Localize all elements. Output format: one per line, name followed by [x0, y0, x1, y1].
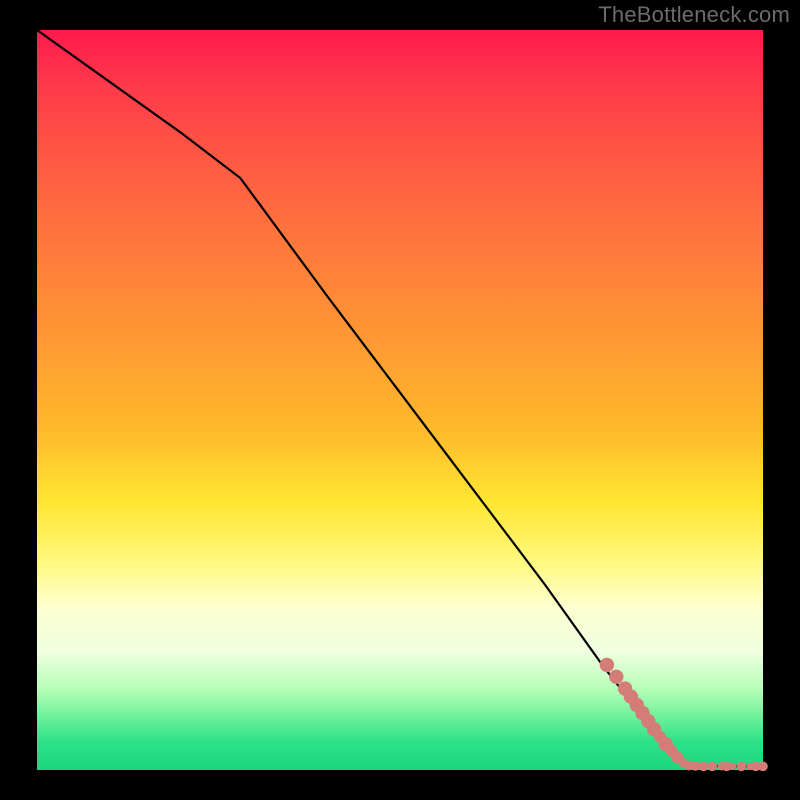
- watermark-label: TheBottleneck.com: [598, 2, 790, 28]
- chart-marker: [707, 762, 717, 772]
- chart-frame: TheBottleneck.com: [0, 0, 800, 800]
- chart-markers: [600, 658, 768, 771]
- chart-line: [37, 30, 763, 766]
- chart-marker: [609, 670, 623, 684]
- chart-marker: [600, 658, 614, 672]
- chart-marker: [736, 762, 746, 772]
- chart-overlay: [37, 30, 763, 770]
- chart-marker: [699, 762, 709, 772]
- chart-marker: [729, 763, 736, 770]
- chart-marker: [758, 762, 768, 772]
